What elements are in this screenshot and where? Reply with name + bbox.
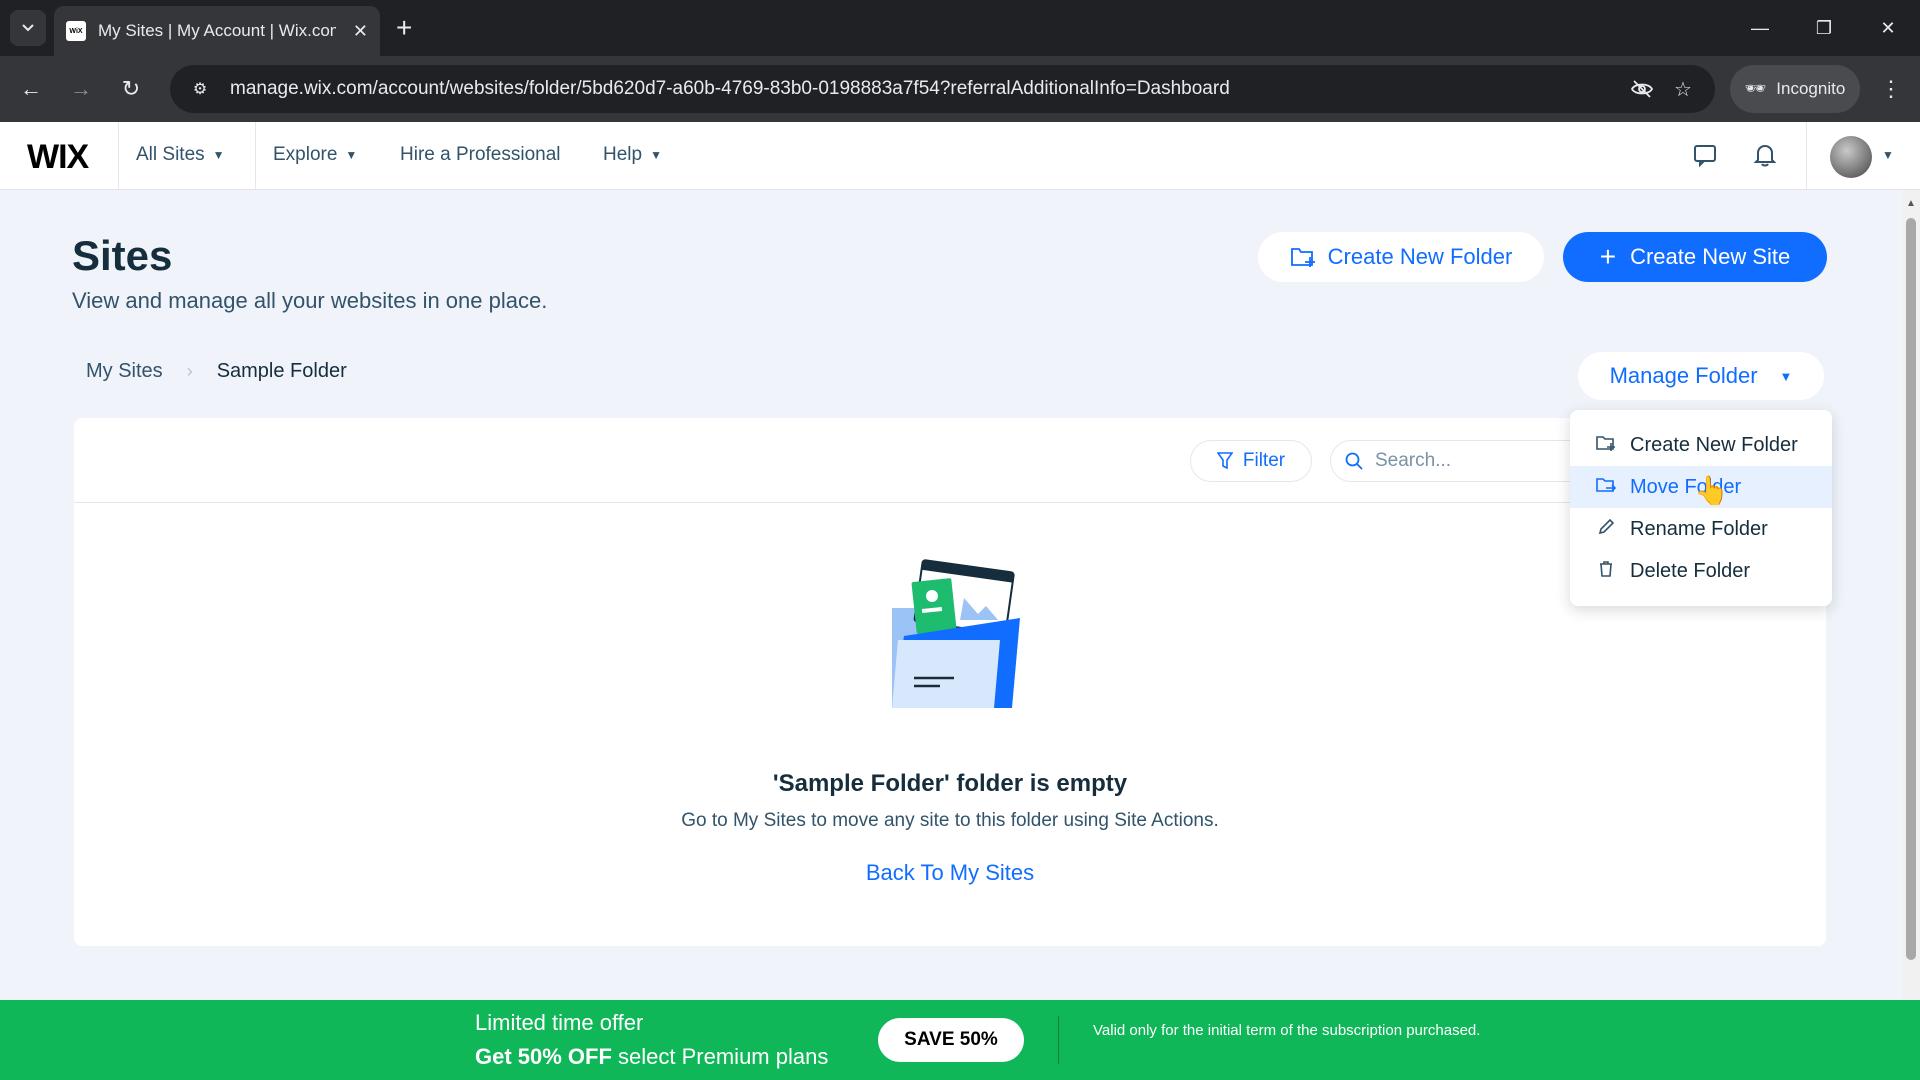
nav-explore[interactable]: Explore ▼	[273, 144, 357, 166]
tab-title: My Sites | My Account | Wix.com	[98, 21, 336, 40]
create-new-folder-button[interactable]: Create New Folder	[1258, 232, 1544, 282]
empty-folder-illustration	[892, 559, 1020, 708]
bell-icon[interactable]	[1752, 142, 1778, 175]
chat-icon[interactable]	[1692, 142, 1718, 175]
hand-cursor-icon: 👆	[1694, 475, 1729, 506]
menu-item-label: Rename Folder	[1630, 517, 1768, 540]
window-controls: — ❐ ✕	[1728, 0, 1920, 56]
browser-menu-icon[interactable]: ⋮	[1880, 76, 1902, 102]
header-divider	[255, 122, 256, 190]
promo-line1: Limited time offer	[475, 1010, 644, 1035]
browser-toolbar: ← → ↻ ⚙ manage.wix.com/account/websites/…	[0, 56, 1920, 122]
incognito-icon: 🕶	[1744, 79, 1767, 98]
menu-item-label: Delete Folder	[1630, 559, 1751, 582]
minimize-button[interactable]: —	[1728, 0, 1792, 56]
address-bar[interactable]: ⚙ manage.wix.com/account/websites/folder…	[170, 65, 1715, 113]
chevron-down-icon: ▼	[650, 148, 662, 162]
promo-note: Valid only for the initial term of the s…	[1093, 1022, 1481, 1039]
folder-plus-icon	[1596, 434, 1616, 457]
url-text: manage.wix.com/account/websites/folder/5…	[230, 78, 1230, 99]
search-input[interactable]	[1375, 450, 1555, 472]
star-icon[interactable]: ☆	[1674, 77, 1692, 102]
wix-logo[interactable]: WIX	[27, 138, 89, 177]
nav-label: Help	[603, 144, 643, 165]
promo-line2: Get 50% OFF select Premium plans	[475, 1044, 828, 1070]
nav-help[interactable]: Help ▼	[603, 144, 662, 166]
promo-divider	[1058, 1016, 1059, 1064]
trash-icon	[1596, 560, 1616, 583]
chevron-right-icon: ›	[186, 361, 193, 381]
chevron-down-icon: ▼	[345, 148, 358, 162]
empty-state-title: 'Sample Folder' folder is empty	[772, 770, 1128, 797]
manage-folder-menu: Create New Folder Move Folder Rename Fol…	[1570, 410, 1832, 606]
avatar[interactable]	[1830, 136, 1872, 178]
tab-close-icon[interactable]: ✕	[353, 21, 368, 42]
nav-hire-professional[interactable]: Hire a Professional	[400, 144, 561, 166]
manage-folder-button[interactable]: Manage Folder ▼	[1578, 352, 1824, 400]
wix-favicon-icon: WiX	[66, 21, 86, 41]
eye-off-icon[interactable]	[1630, 77, 1654, 107]
breadcrumb-my-sites[interactable]: My Sites	[86, 360, 163, 383]
manage-folder-label: Manage Folder	[1609, 363, 1758, 388]
menu-item-create-new-folder[interactable]: Create New Folder	[1570, 424, 1832, 466]
nav-label: Hire a Professional	[400, 144, 561, 165]
search-field[interactable]	[1330, 440, 1590, 482]
filter-icon	[1216, 452, 1233, 470]
back-button[interactable]: ←	[12, 70, 50, 108]
promo-banner: Limited time offer Get 50% OFF select Pr…	[0, 1000, 1920, 1080]
browser-tab[interactable]: WiX My Sites | My Account | Wix.com ✕	[54, 6, 380, 56]
chevron-down-icon[interactable]: ▼	[1882, 148, 1894, 162]
header-divider	[1806, 122, 1807, 190]
create-new-site-label: Create New Site	[1630, 244, 1791, 269]
promo-line2-text: select Premium plans	[611, 1044, 829, 1069]
back-to-my-sites-link[interactable]: Back To My Sites	[74, 860, 1826, 886]
nav-all-sites[interactable]: All Sites ▼	[136, 144, 225, 166]
breadcrumb: My Sites › Sample Folder	[86, 360, 347, 383]
empty-state-text: Go to My Sites to move any site to this …	[681, 810, 1219, 831]
chevron-down-icon	[22, 24, 34, 32]
menu-item-label: Create New Folder	[1630, 433, 1798, 456]
sites-card: Filter 'Sample Folder' folder is empty G…	[74, 418, 1826, 946]
pencil-icon	[1596, 518, 1616, 541]
nav-label: All Sites	[136, 144, 205, 165]
forward-button[interactable]: →	[62, 70, 100, 108]
page-title: Sites	[72, 232, 173, 279]
chevron-down-icon: ▼	[212, 148, 225, 162]
close-window-button[interactable]: ✕	[1856, 0, 1920, 56]
folder-move-icon	[1596, 476, 1617, 499]
new-tab-button[interactable]: +	[396, 12, 412, 44]
plus-icon: +	[1599, 241, 1617, 272]
menu-item-delete-folder[interactable]: Delete Folder	[1570, 550, 1832, 592]
back-link-label[interactable]: Back To My Sites	[866, 860, 1034, 885]
page-scrollbar[interactable]: ▲	[1902, 190, 1920, 1000]
page-subtitle: View and manage all your websites in one…	[72, 288, 548, 313]
header-divider	[118, 122, 119, 190]
tab-search-button[interactable]	[10, 10, 46, 46]
folder-plus-icon	[1290, 248, 1315, 267]
reload-button[interactable]: ↻	[112, 70, 150, 108]
search-icon	[1345, 452, 1363, 470]
promo-highlight: Get 50% OFF	[475, 1044, 612, 1069]
create-new-site-button[interactable]: + Create New Site	[1563, 232, 1827, 282]
browser-tab-bar: WiX My Sites | My Account | Wix.com ✕ + …	[0, 0, 1920, 56]
chevron-down-icon: ▼	[1779, 368, 1793, 384]
restore-button[interactable]: ❐	[1792, 0, 1856, 56]
filter-label: Filter	[1242, 450, 1286, 471]
scroll-up-arrow-icon[interactable]: ▲	[1906, 198, 1916, 209]
nav-label: Explore	[273, 144, 338, 165]
save-50-button[interactable]: SAVE 50%	[878, 1018, 1024, 1062]
incognito-badge[interactable]: 🕶 Incognito	[1730, 65, 1860, 113]
breadcrumb-current: Sample Folder	[216, 360, 347, 382]
filter-button[interactable]: Filter	[1190, 440, 1312, 482]
card-divider	[74, 502, 1826, 503]
menu-item-rename-folder[interactable]: Rename Folder	[1570, 508, 1832, 550]
incognito-label: Incognito	[1776, 79, 1846, 98]
create-new-folder-label: Create New Folder	[1327, 244, 1513, 269]
site-info-icon[interactable]: ⚙	[180, 79, 220, 99]
wix-header: WIX All Sites ▼ Explore ▼ Hire a Profess…	[0, 122, 1920, 190]
scroll-thumb[interactable]	[1906, 218, 1916, 960]
